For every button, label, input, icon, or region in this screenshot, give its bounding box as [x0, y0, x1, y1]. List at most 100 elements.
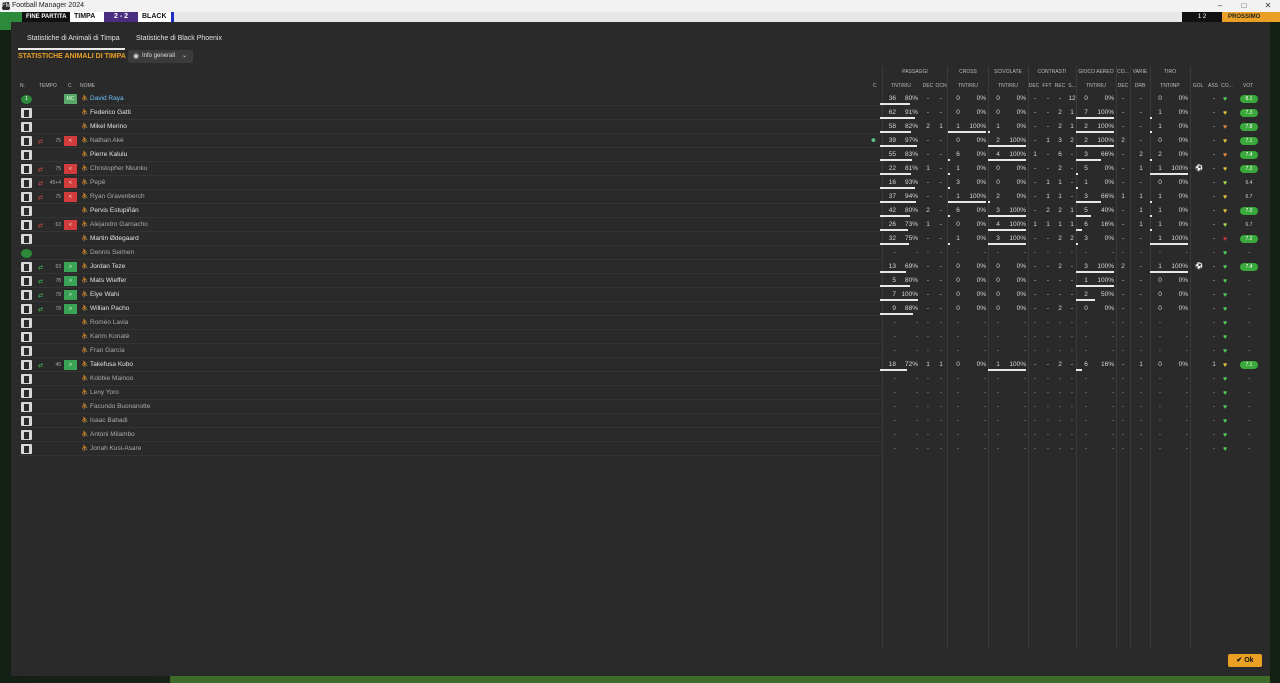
table-row[interactable]: ⛹ Isaac Babadi - - - - - - - - - - - - - - - - - - - ♥ - [18, 414, 1266, 428]
player-name[interactable]: Pierre Kalulu [90, 148, 127, 162]
next-button[interactable]: PROSSIMO [1222, 12, 1280, 22]
player-name[interactable]: Alejandro Garnacho [90, 218, 148, 232]
tab-away-stats[interactable]: Statistiche di Black Phoenix [136, 32, 236, 50]
stat-cell: - [939, 221, 943, 228]
col-nome[interactable]: NOME [80, 83, 95, 89]
table-row[interactable]: ⛹ Pervis Estupiñán 42 80% 2-6 0% 3 100% -2 2 1 5 40%… [18, 204, 1266, 218]
table-row[interactable]: ⛹ Leny Yoro - - - - - - - - - - - - - - - - - - - ♥ - [18, 386, 1266, 400]
table-row[interactable]: ⛹ Pierre Kalulu 55 83% - -6 0% 4 100% 1-6-3 66% -2 2… [18, 148, 1266, 162]
position-badge[interactable]: < [64, 220, 77, 230]
col-co-dec[interactable]: DEC [1116, 83, 1130, 89]
player-name[interactable]: Pervis Estupiñán [90, 204, 139, 218]
stat-cell: 0 [956, 137, 960, 144]
table-row[interactable]: ⇄ 78 > ⛹ Willian Pacho 9 88% - -0 0% 0 0% - -2-0 0% - -0… [18, 302, 1266, 316]
col-n[interactable]: N. [20, 83, 25, 89]
view-dropdown[interactable]: ◉ Info generali ⌄ [128, 50, 193, 63]
table-row[interactable]: ⛹ Mikel Merino 58 82% 2 1 1 100% 1 0% - -2 1 2 100% - -1… [18, 120, 1266, 134]
player-name[interactable]: Jordan Teze [90, 260, 125, 274]
table-row[interactable]: ⛹ Kobbie Mainoo - - - - - - - - - - - - - - - - - - - ♥ - [18, 372, 1266, 386]
position-badge[interactable]: > [64, 360, 77, 370]
col-varie-drb[interactable]: DRB [1132, 83, 1148, 89]
player-name[interactable]: Takefusa Kubo [90, 358, 133, 372]
player-name[interactable]: Elye Wahi [90, 288, 119, 302]
table-row[interactable]: ⛹ Martin Ødegaard 32 75% - -1 0% 3 100% - -2 2 3 0% - -… [18, 232, 1266, 246]
table-row[interactable]: ⇄ 78 > ⛹ Mats Wieffer 5 80% - -0 0% 0 0% - - - -1 100% - -… [18, 274, 1266, 288]
position-badge[interactable]: > [64, 290, 77, 300]
player-name[interactable]: Kobbie Mainoo [90, 372, 133, 386]
player-name[interactable]: Fran García [90, 344, 125, 358]
stat-cell: - [983, 319, 986, 326]
col-contr-dec[interactable]: DEC [1028, 83, 1040, 89]
col-pass-tnt[interactable]: TNT/RIU [886, 83, 916, 89]
stat-cell: - [1212, 277, 1216, 284]
table-row[interactable]: 1 MC ⛹ David Raya 36 80% - -0 0% 0 0% - - -12 0 0% - -0 0%… [18, 92, 1266, 106]
position-badge[interactable]: < [64, 192, 77, 202]
position-badge[interactable]: MC [64, 94, 77, 104]
col-ass[interactable]: ASS [1206, 83, 1220, 89]
player-name[interactable]: Isaac Babadi [90, 414, 128, 428]
table-row[interactable]: ⛹ Federico Gatti 62 91% - -0 0% 0 0% - -2 1 7 100% - -1… [18, 106, 1266, 120]
col-cross-tnt[interactable]: TNT/RIU [952, 83, 984, 89]
position-badge[interactable]: > [64, 276, 77, 286]
player-name[interactable]: David Raya [90, 92, 124, 106]
col-pass-ocn[interactable]: OCN [934, 83, 948, 89]
player-name[interactable]: Martin Ødegaard [90, 232, 139, 246]
table-row[interactable]: ⛹ Jonah Kusi-Asare - - - - - - - - - - - - - - - - - - - ♥ - [18, 442, 1266, 456]
position-badge[interactable]: < [64, 136, 77, 146]
minimize-icon[interactable]: – [1208, 0, 1232, 12]
stat-cell: - [1033, 179, 1037, 186]
table-row[interactable]: ⛹ Karim Konaté - - - - - - - - - - - - - - - - - - - ♥ - [18, 330, 1266, 344]
col-c2[interactable]: C [873, 83, 877, 89]
player-name[interactable]: Christopher Nkunku [90, 162, 147, 176]
col-contr-fft[interactable]: FFT [1041, 83, 1053, 89]
maximize-icon[interactable]: □ [1232, 0, 1256, 12]
col-scivolate-tnt[interactable]: TNT/RIU [992, 83, 1024, 89]
player-name[interactable]: Pepê [90, 176, 105, 190]
player-name[interactable]: Karim Konaté [90, 330, 129, 344]
table-row[interactable]: ⛹ Antoni Milambo - - - - - - - - - - - - - - - - - - - ♥ - [18, 428, 1266, 442]
player-name[interactable]: Willian Pacho [90, 302, 129, 316]
table-row[interactable]: ⛹ Dennis Seimen - - - - - - - - - - - - - - - - - - - ♥ - [18, 246, 1266, 260]
table-row[interactable]: ⇄ 75 < ⛹ Ryan Gravenberch 37 94% - -1 100% 2 0% -1 1-… [18, 190, 1266, 204]
player-name[interactable]: Ryan Gravenberch [90, 190, 145, 204]
home-team: TIMPA [70, 12, 104, 22]
col-tempo[interactable]: TEMPO [39, 83, 57, 89]
player-name[interactable]: Antoni Milambo [90, 428, 135, 442]
table-row[interactable]: ⇄ 45+4 < ⛹ Pepê 16 93% - -3 0% 0 0% -1 1-1 0% - -0 0% - ♥ 6.… [18, 176, 1266, 190]
col-tiro-tnt[interactable]: TNT/INP [1154, 83, 1186, 89]
player-name[interactable]: Jonah Kusi-Asare [90, 442, 141, 456]
table-row[interactable]: ⇄ 75 < ⛹ Christopher Nkunku 22 81% 1-1 0% 0 0% - -2-… [18, 162, 1266, 176]
col-gol[interactable]: GOL [1191, 83, 1205, 89]
table-row[interactable]: ⛹ Fran García - - - - - - - - - - - - - - - - - - - ♥ - [18, 344, 1266, 358]
table-row[interactable]: ⛹ Facundo Buonanotte - - - - - - - - - - - - - - - - - - - ♥ - [18, 400, 1266, 414]
col-c[interactable]: C [68, 83, 72, 89]
close-icon[interactable]: ✕ [1256, 0, 1280, 12]
position-badge[interactable]: < [64, 164, 77, 174]
position-badge[interactable]: < [64, 178, 77, 188]
table-row[interactable]: ⇄ 63 > ⛹ Jordan Teze 13 69% - -0 0% 0 0% - -2-3 100% 2-… [18, 260, 1266, 274]
ok-button[interactable]: ✔ Ok [1228, 654, 1262, 667]
table-row[interactable]: ⇄ 78 > ⛹ Elye Wahi 7 100% - -0 0% 0 0% - - - -2 50% - -0 0%… [18, 288, 1266, 302]
player-name[interactable]: Mats Wieffer [90, 274, 126, 288]
col-contr-rec[interactable]: REC [1054, 83, 1066, 89]
table-row[interactable]: ⇄ 75 < ⛹ Nathan Aké ☻ 39 97% - -0 0% 2 100% -1 3 2 2 100%… [18, 134, 1266, 148]
player-name[interactable]: Mikel Merino [90, 120, 127, 134]
col-pass-dec[interactable]: DEC [921, 83, 935, 89]
player-name[interactable]: Dennis Seimen [90, 246, 134, 260]
table-row[interactable]: ⛹ Roméo Lavia - - - - - - - - - - - - - - - - - - - ♥ - [18, 316, 1266, 330]
stat-cell: - [939, 375, 943, 382]
player-name[interactable]: Federico Gatti [90, 106, 131, 120]
tab-home-stats[interactable]: Statistiche di Animali di Timpa [18, 32, 125, 50]
stat-cell: 0% [1178, 137, 1188, 144]
table-row[interactable]: ⇄ 45 > ⛹ Takefusa Kubo 18 72% 1 1 0 0% 1 100% - -2-6 16… [18, 358, 1266, 372]
table-row[interactable]: ⇄ 63 < ⛹ Alejandro Garnacho 26 73% 1-0 0% 4 100% 1 1… [18, 218, 1266, 232]
position-badge[interactable]: > [64, 304, 77, 314]
player-name[interactable]: Facundo Buonanotte [90, 400, 150, 414]
col-co[interactable]: CO... [1220, 83, 1234, 89]
col-aereo-tnt[interactable]: TNT/RIU [1080, 83, 1112, 89]
player-name[interactable]: Roméo Lavia [90, 316, 128, 330]
col-vot[interactable]: VOT [1240, 83, 1256, 89]
player-name[interactable]: Leny Yoro [90, 386, 119, 400]
player-name[interactable]: Nathan Aké [90, 134, 124, 148]
position-badge[interactable]: > [64, 262, 77, 272]
